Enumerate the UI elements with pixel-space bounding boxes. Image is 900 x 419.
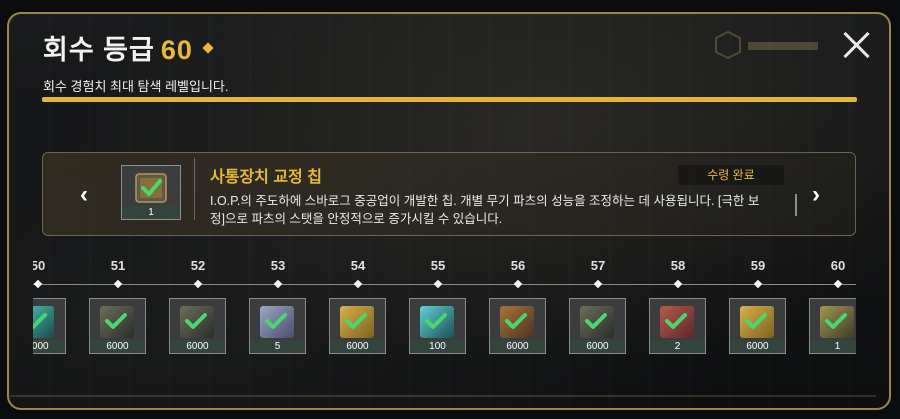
close-icon[interactable] — [842, 30, 872, 60]
level-node-icon — [273, 279, 283, 289]
level-reward-track[interactable]: 50 6000 51 6000 52 6000 53 5 54 6000 55 100 56 6000 57… — [33, 255, 856, 365]
reward-quantity: 6000 — [730, 340, 785, 353]
level-label: 57 — [590, 258, 606, 273]
reward-quantity: 6000 — [490, 340, 545, 353]
checkmark-icon — [104, 312, 128, 330]
level-node-icon — [433, 279, 443, 289]
level-node-icon — [593, 279, 603, 289]
level-node-icon — [753, 279, 763, 289]
track-scrollbar[interactable] — [10, 395, 876, 397]
level-node-icon — [193, 279, 203, 289]
title-text: 회수 등급 — [43, 35, 155, 65]
status-badge: 수령 완료 — [678, 165, 784, 185]
emblem-watermark-icon — [715, 30, 818, 60]
checkmark-icon — [424, 312, 448, 330]
level-label: 59 — [750, 258, 766, 273]
chevron-left-icon[interactable]: ‹ — [74, 183, 94, 207]
reward-slot[interactable]: 1 — [809, 298, 856, 354]
chip-item-icon — [135, 173, 167, 203]
featured-item-slot: 1 — [121, 165, 181, 220]
reward-slot[interactable]: 100 — [409, 298, 466, 354]
level-node-icon — [113, 279, 123, 289]
level-label: 52 — [190, 258, 206, 273]
level-label: 60 — [830, 258, 846, 273]
checkmark-icon — [33, 312, 48, 330]
level-node-icon — [833, 279, 843, 289]
checkmark-icon — [744, 312, 768, 330]
reward-quantity: 2 — [650, 340, 705, 353]
reward-slot[interactable]: 6000 — [329, 298, 386, 354]
page-title: 회수 등급 60 — [43, 28, 193, 67]
reward-slot[interactable]: 6000 — [569, 298, 626, 354]
level-label: 55 — [430, 258, 446, 273]
checkmark-icon — [264, 312, 288, 330]
checkmark-icon — [584, 312, 608, 330]
item-quantity: 1 — [122, 206, 180, 219]
level-label: 53 — [270, 258, 286, 273]
description-scrollbar[interactable] — [795, 194, 797, 216]
xp-progress-bar — [42, 97, 857, 102]
level-label: 56 — [510, 258, 526, 273]
checkmark-icon — [504, 312, 528, 330]
level-label: 58 — [670, 258, 686, 273]
reward-quantity: 6000 — [330, 340, 385, 353]
divider — [194, 158, 195, 220]
reward-quantity: 6000 — [90, 340, 145, 353]
reward-quantity: 1 — [810, 340, 856, 353]
level-node-icon — [673, 279, 683, 289]
checkmark-icon — [344, 312, 368, 330]
reward-slot[interactable]: 6000 — [489, 298, 546, 354]
status-text: 회수 경험치 최대 탐색 레벨입니다. — [43, 79, 229, 94]
reward-quantity: 6000 — [170, 340, 225, 353]
reward-quantity: 5 — [250, 340, 305, 353]
reward-quantity: 100 — [410, 340, 465, 353]
item-description: I.O.P.의 주도하에 스바로그 중공업이 개발한 칩. 개별 무기 파츠의 … — [210, 194, 760, 226]
level-number: 60 — [160, 35, 193, 65]
reward-quantity: 6000 — [570, 340, 625, 353]
reward-slot[interactable]: 6000 — [89, 298, 146, 354]
chevron-right-icon[interactable]: › — [806, 183, 826, 207]
item-name: 사통장치 교정 칩 — [210, 169, 322, 186]
level-label: 50 — [33, 258, 46, 273]
checkmark-icon — [824, 312, 848, 330]
reward-slot[interactable]: 6000 — [169, 298, 226, 354]
reward-slot[interactable]: 5 — [249, 298, 306, 354]
level-node-icon — [513, 279, 523, 289]
reward-quantity: 6000 — [33, 340, 65, 353]
track-line — [33, 284, 856, 285]
level-label: 54 — [350, 258, 366, 273]
level-node-icon — [33, 279, 43, 289]
checkmark-icon — [184, 312, 208, 330]
level-label: 51 — [110, 258, 126, 273]
reward-slot[interactable]: 6000 — [33, 298, 66, 354]
level-node-icon — [353, 279, 363, 289]
checkmark-icon — [664, 312, 688, 330]
reward-slot[interactable]: 6000 — [729, 298, 786, 354]
reward-slot[interactable]: 2 — [649, 298, 706, 354]
